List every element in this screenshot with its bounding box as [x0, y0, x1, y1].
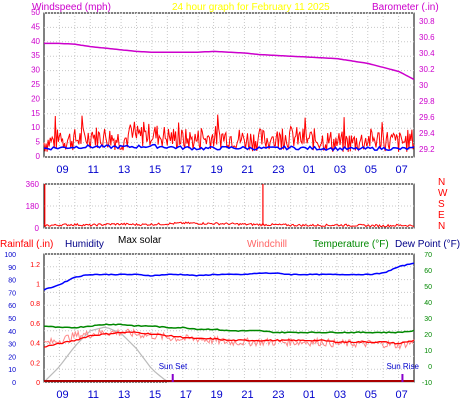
y-axis-label-right: Barometer (.in)	[372, 2, 439, 13]
y-tick-label: 10	[424, 348, 432, 355]
x-tick-label: 19	[211, 164, 223, 176]
direction-label: S	[438, 199, 445, 210]
x-tick-label: 19	[211, 389, 223, 401]
label-rainfall: Rainfall (.in)	[0, 239, 53, 250]
y-tick-label: 0.2	[30, 360, 40, 367]
x-tick-label: 11	[88, 389, 99, 401]
x-tick-label: 05	[365, 389, 377, 401]
direction-label: W	[438, 188, 448, 199]
x-tick-label: 07	[396, 389, 408, 401]
weather-graph: 0 5 10 15 20 25 30 35 40 45 50 29.2 29.4 29.6 29.8 30 30…	[0, 0, 466, 401]
annotation-sun-rise: Sun Rise	[386, 362, 419, 371]
x-tick-label: 11	[88, 164, 99, 176]
y-axis-label-left: Windspeed (mph)	[32, 2, 111, 13]
y-tick-label: 0	[428, 364, 432, 371]
x-tick-label: 17	[180, 164, 192, 176]
y-tick-label: 40	[424, 300, 432, 307]
y-tick-label: 30	[31, 66, 40, 75]
y-tick-label: 60	[424, 268, 432, 275]
y-tick-label: 20	[424, 332, 432, 339]
y-tick-label: 30	[8, 342, 16, 349]
y-tick-label: 20	[31, 94, 40, 103]
x-tick-label: 15	[149, 164, 161, 176]
direction-label: N	[438, 177, 445, 188]
y-tick-label: 5	[36, 138, 41, 147]
x-tick-label: 03	[334, 389, 346, 401]
y-tick-label: 0.4	[30, 341, 40, 348]
x-tick-label: 01	[303, 164, 315, 176]
x-tick-label: 03	[334, 164, 346, 176]
y-tick-label: 30.6	[419, 33, 435, 42]
x-tick-label: 15	[149, 389, 161, 401]
y-tick-label: 29.2	[419, 145, 435, 154]
x-tick-label: 05	[365, 164, 377, 176]
x-tick-label: 21	[241, 389, 253, 401]
y-tick-label: 25	[31, 80, 40, 89]
label-humidity: Humidity	[65, 239, 104, 250]
y-tick-label: 0.6	[30, 321, 40, 328]
y-tick-label: 180	[26, 202, 40, 211]
y-tick-label: 0	[35, 224, 40, 233]
label-temperature: Temperature (°F)	[313, 239, 389, 250]
direction-label: E	[438, 210, 445, 221]
x-tick-label: 09	[56, 389, 68, 401]
y-tick-label: 70	[424, 252, 432, 259]
y-tick-label: 10	[31, 123, 40, 132]
x-tick-label: 01	[303, 389, 315, 401]
y-tick-label: 80	[8, 278, 16, 285]
y-tick-label: 0	[12, 380, 16, 387]
label-dew-point: Dew Point (°F)	[395, 239, 460, 250]
x-tick-label: 13	[118, 389, 130, 401]
y-tick-label: 0.8	[30, 301, 40, 308]
y-tick-label: 1	[36, 282, 40, 289]
y-tick-label: 50	[8, 316, 16, 323]
y-tick-label: 1.2	[30, 262, 40, 269]
y-tick-label: 90	[8, 265, 16, 272]
x-tick-label: 09	[56, 164, 68, 176]
y-tick-label: 30.2	[419, 65, 435, 74]
y-tick-label: 29.6	[419, 113, 435, 122]
y-tick-label: 20	[8, 354, 16, 361]
y-tick-label: 15	[31, 109, 40, 118]
y-tick-label: 100	[4, 252, 16, 259]
y-tick-label: 30	[419, 81, 428, 90]
x-tick-label: 13	[118, 164, 130, 176]
y-tick-label: 40	[31, 37, 40, 46]
x-tick-label: 17	[180, 389, 192, 401]
y-tick-label: 45	[31, 22, 40, 31]
x-tick-label: 23	[272, 164, 284, 176]
y-tick-label: 29.8	[419, 97, 435, 106]
y-tick-label: 360	[26, 180, 40, 189]
label-windchill: Windchill	[247, 239, 287, 250]
weather-graph-svg: 0510152025303540455029.229.429.629.83030…	[0, 2, 460, 401]
y-tick-label: 50	[424, 284, 432, 291]
x-tick-label: 23	[272, 389, 284, 401]
x-tick-label: 21	[241, 164, 253, 176]
chart-title: 24 hour graph for February 11 2025	[172, 2, 330, 13]
y-tick-label: -10	[422, 380, 432, 387]
y-tick-label: 10	[8, 367, 16, 374]
y-tick-label: 30	[424, 316, 432, 323]
annotation-sun-set: Sun Set	[159, 362, 188, 371]
y-tick-label: 60	[8, 303, 16, 310]
y-tick-label: 70	[8, 290, 16, 297]
label-max-solar: Max solar	[118, 235, 162, 246]
y-tick-label: 35	[31, 51, 40, 60]
y-tick-label: 30.8	[419, 17, 435, 26]
y-tick-label: 0	[36, 380, 40, 387]
direction-label: N	[438, 221, 445, 232]
y-tick-label: 0	[36, 152, 41, 161]
y-tick-label: 40	[8, 329, 16, 336]
y-tick-label: 29.4	[419, 129, 435, 138]
x-tick-label: 07	[396, 164, 408, 176]
y-tick-label: 30.4	[419, 49, 435, 58]
